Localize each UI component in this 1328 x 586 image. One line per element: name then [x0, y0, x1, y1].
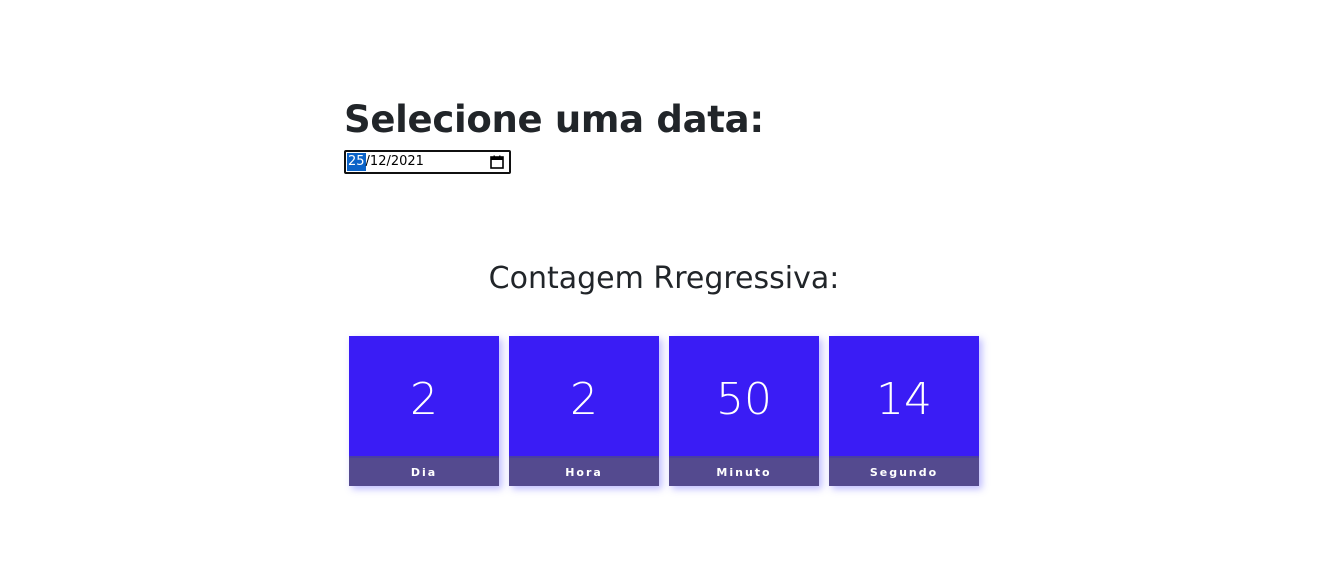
countdown-box-hours: 2 Hora: [509, 336, 659, 486]
countdown-box-minutes: 50 Minuto: [669, 336, 819, 486]
countdown-value-seconds: 14: [829, 336, 979, 456]
countdown-box-days: 2 Dia: [349, 336, 499, 486]
countdown-boxes: 2 Dia 2 Hora 50 Minuto 14 Segundo: [349, 336, 979, 486]
countdown-label-days: Dia: [349, 456, 499, 486]
calendar-icon[interactable]: [490, 155, 504, 169]
date-input[interactable]: 25 /12/2021: [344, 150, 511, 174]
countdown-box-seconds: 14 Segundo: [829, 336, 979, 486]
countdown-label-minutes: Minuto: [669, 456, 819, 486]
countdown-label-hours: Hora: [509, 456, 659, 486]
page-title: Selecione uma data:: [344, 98, 764, 141]
countdown-label-seconds: Segundo: [829, 456, 979, 486]
date-day-segment[interactable]: 25: [347, 153, 366, 171]
countdown-value-hours: 2: [509, 336, 659, 456]
countdown-value-days: 2: [349, 336, 499, 456]
countdown-title: Contagem Rregressiva:: [488, 261, 840, 296]
date-month-year-segment[interactable]: /12/2021: [366, 153, 424, 171]
countdown-value-minutes: 50: [669, 336, 819, 456]
